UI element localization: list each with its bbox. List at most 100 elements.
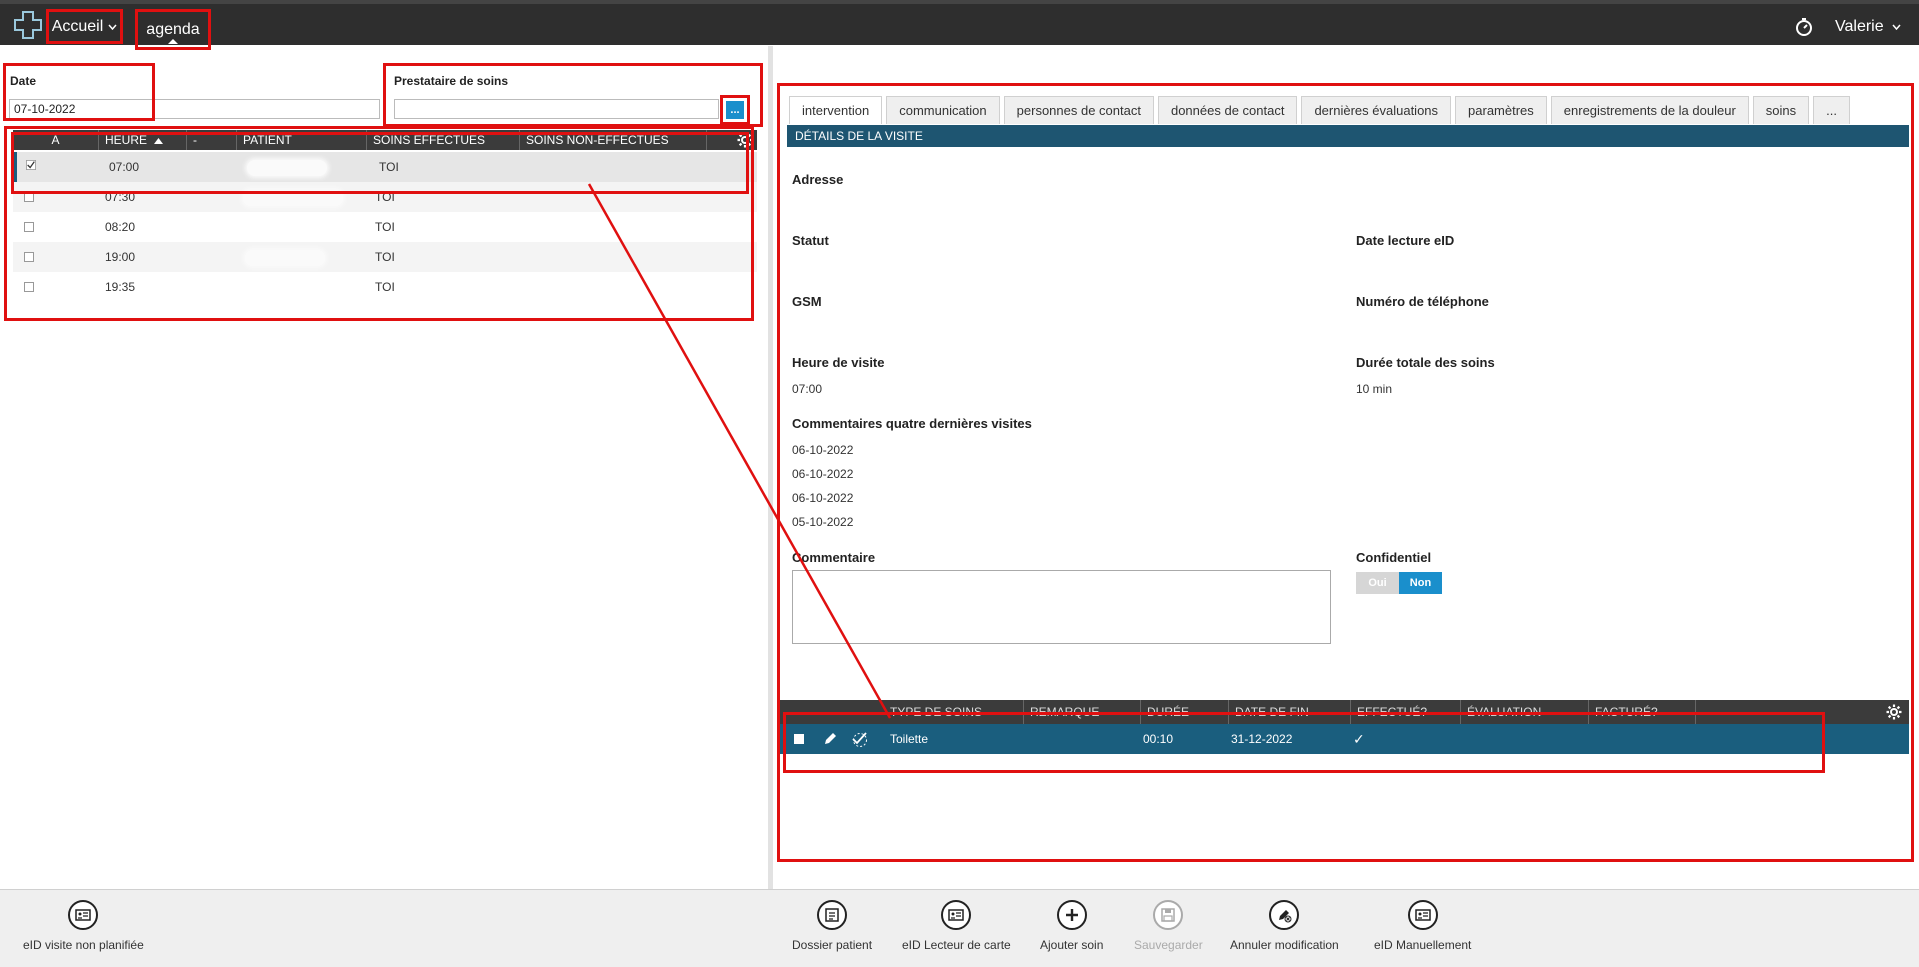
care-row[interactable]: Toilette 00:10 31-12-2022 ✓ <box>780 724 1909 754</box>
row-care: TOI <box>379 160 399 174</box>
app-logo-icon[interactable] <box>13 10 43 40</box>
row-time: 19:35 <box>105 280 136 294</box>
row-time: 07:30 <box>105 190 136 204</box>
tab-communication[interactable]: communication <box>886 96 1000 124</box>
checkbox-checked-icon[interactable] <box>26 160 36 170</box>
tab-intervention[interactable]: intervention <box>789 96 883 124</box>
col-end-date[interactable]: DATE DE FIN <box>1229 700 1351 724</box>
care-end-date-value: 31-12-2022 <box>1231 732 1293 746</box>
col-evaluation[interactable]: ÉVALUATION <box>1461 700 1589 724</box>
row-checkbox[interactable] <box>794 734 804 744</box>
agenda-row[interactable]: 08:20 TOI <box>13 212 757 242</box>
id-card-icon <box>68 900 99 930</box>
row-checkbox[interactable] <box>24 192 34 202</box>
visit-time-value: 07:00 <box>792 382 823 396</box>
provider-browse-button[interactable]: ... <box>720 95 750 125</box>
col-heure[interactable]: HEURE <box>99 130 187 150</box>
row-time: 19:00 <box>105 250 136 264</box>
last-comments-label: Commentaires quatre dernières visites <box>792 416 1032 431</box>
sort-ascending-icon <box>154 138 164 144</box>
col-dash[interactable]: - <box>187 130 237 150</box>
row-care: TOI <box>375 220 395 234</box>
care-done-check: ✓ <box>1353 731 1365 747</box>
col-care-not-done[interactable]: SOINS NON-EFFECTUÉS <box>520 130 707 150</box>
tab-care[interactable]: soins <box>1752 96 1810 124</box>
total-duration-value: 10 min <box>1356 382 1393 396</box>
toggle-yes[interactable]: Oui <box>1356 572 1399 594</box>
col-done[interactable]: EFFECTUÉ? <box>1351 700 1461 724</box>
tab-parameters[interactable]: paramètres <box>1455 96 1547 124</box>
nav-agenda-tab[interactable]: agenda <box>135 9 211 50</box>
user-menu[interactable]: Valerie <box>1835 18 1901 36</box>
col-care-type[interactable]: TYPE DE SOINS <box>884 700 1024 724</box>
patient-file-button[interactable]: Dossier patient <box>792 890 872 967</box>
id-card-icon <box>1407 900 1438 930</box>
bottom-toolbar: eID visite non planifiée Dossier patient… <box>0 889 1919 967</box>
top-bar: Accueil agenda Valerie <box>0 0 1919 50</box>
col-duration[interactable]: DURÉE <box>1141 700 1229 724</box>
gear-icon[interactable] <box>737 132 753 148</box>
user-name: Valerie <box>1835 18 1884 35</box>
agenda-row[interactable]: 07:30 TOI <box>13 182 757 212</box>
tab-more[interactable]: ... <box>1813 96 1850 124</box>
patient-name-redacted <box>243 190 343 206</box>
eid-card-reader-button[interactable]: eID Lecteur de carte <box>902 890 1011 967</box>
row-checkbox[interactable] <box>24 252 34 262</box>
care-duration-value: 00:10 <box>1143 732 1174 746</box>
save-label: Sauvegarder <box>1134 938 1203 952</box>
patient-file-icon <box>817 900 848 930</box>
tab-pain-records[interactable]: enregistrements de la douleur <box>1550 96 1749 124</box>
date-label: Date <box>10 74 37 88</box>
save-button[interactable]: Sauvegarder <box>1134 890 1203 967</box>
eid-unplanned-visit-label: eID visite non planifiée <box>23 938 144 952</box>
plus-icon <box>1056 900 1087 930</box>
toggle-no[interactable]: Non <box>1399 572 1442 594</box>
col-a[interactable]: A <box>13 130 99 150</box>
row-checkbox[interactable] <box>24 282 34 292</box>
agenda-row[interactable]: 19:35 TOI <box>13 272 757 302</box>
col-care-done[interactable]: SOINS EFFECTUÉS <box>367 130 520 150</box>
add-care-button[interactable]: Ajouter soin <box>1040 890 1103 967</box>
eid-manual-label: eID Manuellement <box>1374 938 1472 952</box>
id-card-icon <box>941 900 972 930</box>
row-checkbox[interactable] <box>24 222 34 232</box>
col-remark[interactable]: REMARQUE <box>1024 700 1141 724</box>
nav-home-menu[interactable]: Accueil <box>46 9 123 44</box>
eid-date-label: Date lecture eID <box>1356 233 1455 248</box>
tab-contact-persons[interactable]: personnes de contact <box>1003 96 1154 124</box>
tab-last-evaluations[interactable]: dernières évaluations <box>1301 96 1452 124</box>
confidential-label: Confidentiel <box>1356 550 1432 565</box>
cancel-edit-button[interactable]: Annuler modification <box>1230 890 1339 967</box>
last-comment-date: 06-10-2022 <box>792 467 854 481</box>
eid-unplanned-visit-button[interactable]: eID visite non planifiée <box>23 890 144 967</box>
agenda-row[interactable]: 19:00 TOI <box>13 242 757 272</box>
gsm-label: GSM <box>792 294 822 309</box>
pencil-icon[interactable] <box>822 731 838 747</box>
pane-splitter[interactable] <box>768 46 773 892</box>
col-heure-label: HEURE <box>105 133 148 147</box>
care-type-value: Toilette <box>890 732 929 746</box>
status-label: Statut <box>792 233 829 248</box>
row-time: 07:00 <box>109 160 140 174</box>
row-care: TOI <box>375 190 395 204</box>
nav-agenda-label: agenda <box>146 20 200 38</box>
gear-icon[interactable] <box>1886 704 1902 720</box>
col-patient[interactable]: PATIENT <box>237 130 367 150</box>
visit-details-header: Détails de la visite <box>787 125 1909 147</box>
stopwatch-icon[interactable] <box>1794 17 1814 37</box>
col-billed[interactable]: FACTURÉ? <box>1589 700 1696 724</box>
agenda-row[interactable]: 07:00 TOI <box>13 152 757 182</box>
checklist-icon[interactable] <box>852 731 868 747</box>
eid-manual-button[interactable]: eID Manuellement <box>1374 890 1471 967</box>
floppy-disk-icon <box>1153 900 1184 930</box>
chevron-down-icon <box>108 24 117 30</box>
comment-textarea[interactable] <box>792 570 1331 644</box>
provider-input[interactable] <box>394 99 719 119</box>
address-label: Adresse <box>792 172 844 187</box>
date-input[interactable] <box>9 99 380 119</box>
tab-contact-data[interactable]: données de contact <box>1157 96 1298 124</box>
visit-time-label: Heure de visite <box>792 355 885 370</box>
confidential-toggle[interactable]: Oui Non <box>1356 572 1442 594</box>
phone-label: Numéro de téléphone <box>1356 294 1489 309</box>
last-comment-date: 06-10-2022 <box>792 491 854 505</box>
